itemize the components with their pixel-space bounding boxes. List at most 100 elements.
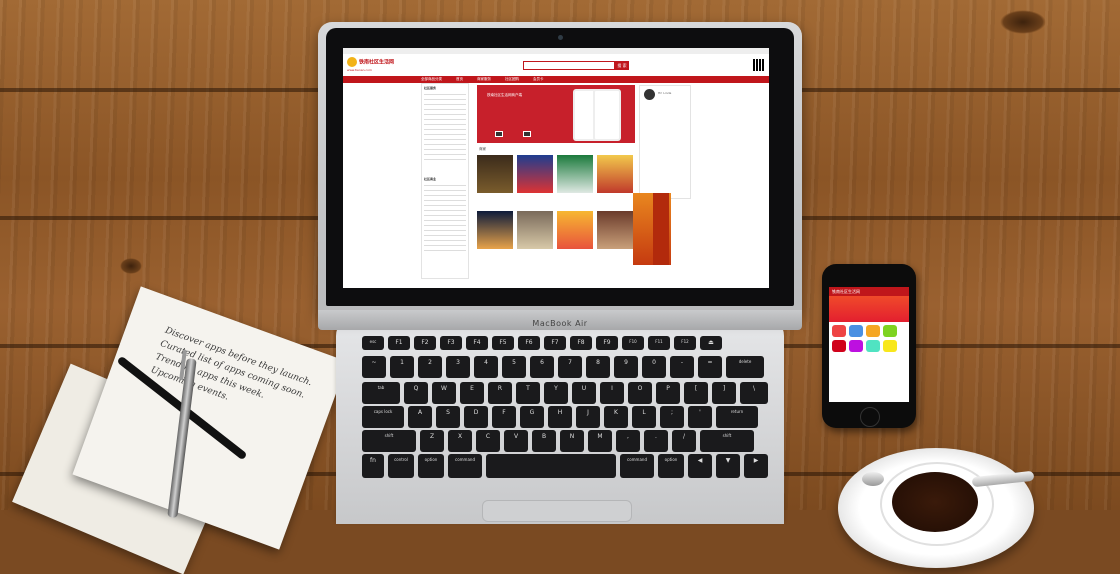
key-f10[interactable]: F10 xyxy=(622,336,644,350)
nav-item[interactable]: 社区团购 xyxy=(505,76,519,83)
sidebar-links[interactable] xyxy=(424,91,466,163)
key-tab[interactable]: tab xyxy=(362,382,400,404)
key-delete[interactable]: delete xyxy=(726,356,764,378)
key--[interactable]: - xyxy=(670,356,694,378)
key-option[interactable]: option xyxy=(418,454,444,478)
key-r[interactable]: R xyxy=(488,382,512,404)
key-0[interactable]: 0 xyxy=(642,356,666,378)
app-category-icon[interactable] xyxy=(832,325,846,337)
key-q[interactable]: Q xyxy=(404,382,428,404)
key-f11[interactable]: F11 xyxy=(648,336,670,350)
phone-app-banner[interactable] xyxy=(829,296,909,322)
key-3[interactable]: 3 xyxy=(446,356,470,378)
key-v[interactable]: V xyxy=(504,430,528,452)
app-category-icon[interactable] xyxy=(883,340,897,352)
key-n[interactable]: N xyxy=(560,430,584,452)
search-button[interactable]: 搜 索 xyxy=(615,60,629,70)
key-y[interactable]: Y xyxy=(544,382,568,404)
merchant-tile[interactable] xyxy=(517,155,553,193)
key-\[interactable]: \ xyxy=(740,382,768,404)
key-1[interactable]: 1 xyxy=(390,356,414,378)
key-6[interactable]: 6 xyxy=(530,356,554,378)
key-▼[interactable]: ▼ xyxy=(716,454,740,478)
key-f1[interactable]: F1 xyxy=(388,336,410,350)
nav-item[interactable]: 会员卡 xyxy=(533,76,544,83)
key-f8[interactable]: F8 xyxy=(570,336,592,350)
key-s[interactable]: S xyxy=(436,406,460,428)
merchant-tile[interactable] xyxy=(557,211,593,249)
key-fn[interactable]: fn xyxy=(362,454,384,478)
key-k[interactable]: K xyxy=(604,406,628,428)
key-~[interactable]: ~ xyxy=(362,356,386,378)
key-z[interactable]: Z xyxy=(420,430,444,452)
android-badge-icon[interactable] xyxy=(523,131,531,137)
key-control[interactable]: control xyxy=(388,454,414,478)
key-][interactable]: ] xyxy=(712,382,736,404)
key-f7[interactable]: F7 xyxy=(544,336,566,350)
key-f5[interactable]: F5 xyxy=(492,336,514,350)
merchant-tile[interactable] xyxy=(597,155,633,193)
key-space[interactable] xyxy=(486,454,616,478)
key-.[interactable]: . xyxy=(644,430,668,452)
key-f4[interactable]: F4 xyxy=(466,336,488,350)
key-g[interactable]: G xyxy=(520,406,544,428)
website-banner[interactable]: 铁南社区生活网商户端 xyxy=(477,85,635,143)
key-l[interactable]: L xyxy=(632,406,656,428)
trackpad[interactable] xyxy=(482,500,632,522)
home-button[interactable] xyxy=(860,407,880,427)
key-⏏[interactable]: ⏏ xyxy=(700,336,722,350)
key-option[interactable]: option xyxy=(658,454,684,478)
merchant-tile[interactable] xyxy=(557,155,593,193)
key-▶[interactable]: ▶ xyxy=(744,454,768,478)
key-a[interactable]: A xyxy=(408,406,432,428)
key-4[interactable]: 4 xyxy=(474,356,498,378)
key-j[interactable]: J xyxy=(576,406,600,428)
key-7[interactable]: 7 xyxy=(558,356,582,378)
key-b[interactable]: B xyxy=(532,430,556,452)
key-c[interactable]: C xyxy=(476,430,500,452)
app-store-badge-icon[interactable] xyxy=(495,131,503,137)
key-◀[interactable]: ◀ xyxy=(688,454,712,478)
key-return[interactable]: return xyxy=(716,406,758,428)
app-category-icon[interactable] xyxy=(849,325,863,337)
app-category-icon[interactable] xyxy=(866,340,880,352)
app-category-icon[interactable] xyxy=(866,325,880,337)
key-command[interactable]: command xyxy=(448,454,482,478)
app-category-icon[interactable] xyxy=(849,340,863,352)
key-x[interactable]: X xyxy=(448,430,472,452)
key-shift[interactable]: shift xyxy=(362,430,416,452)
key-'[interactable]: ' xyxy=(688,406,712,428)
merchant-tile[interactable] xyxy=(517,211,553,249)
key-/[interactable]: / xyxy=(672,430,696,452)
key-h[interactable]: H xyxy=(548,406,572,428)
key-[[interactable]: [ xyxy=(684,382,708,404)
key-f2[interactable]: F2 xyxy=(414,336,436,350)
key-2[interactable]: 2 xyxy=(418,356,442,378)
key-=[interactable]: = xyxy=(698,356,722,378)
key-command[interactable]: command xyxy=(620,454,654,478)
nav-item[interactable]: 首页 xyxy=(456,76,463,83)
key-;[interactable]: ; xyxy=(660,406,684,428)
key-f[interactable]: F xyxy=(492,406,516,428)
key-8[interactable]: 8 xyxy=(586,356,610,378)
key-5[interactable]: 5 xyxy=(502,356,526,378)
key-u[interactable]: U xyxy=(572,382,596,404)
key-t[interactable]: T xyxy=(516,382,540,404)
nav-item[interactable]: 商家服务 xyxy=(477,76,491,83)
key-shift[interactable]: shift xyxy=(700,430,754,452)
key-f12[interactable]: F12 xyxy=(674,336,696,350)
key-caps-lock[interactable]: caps lock xyxy=(362,406,404,428)
key-e[interactable]: E xyxy=(460,382,484,404)
key-esc[interactable]: esc xyxy=(362,336,384,350)
merchant-tile[interactable] xyxy=(597,211,633,249)
app-category-icon[interactable] xyxy=(883,325,897,337)
key-f3[interactable]: F3 xyxy=(440,336,462,350)
key-i[interactable]: I xyxy=(600,382,624,404)
sidebar-links-2[interactable] xyxy=(424,182,466,254)
merchant-tile[interactable] xyxy=(477,155,513,193)
nav-item[interactable]: 全部商品分类 xyxy=(421,76,442,83)
key-f6[interactable]: F6 xyxy=(518,336,540,350)
merchant-tile[interactable] xyxy=(477,211,513,249)
key-f9[interactable]: F9 xyxy=(596,336,618,350)
search-input[interactable] xyxy=(523,60,615,70)
